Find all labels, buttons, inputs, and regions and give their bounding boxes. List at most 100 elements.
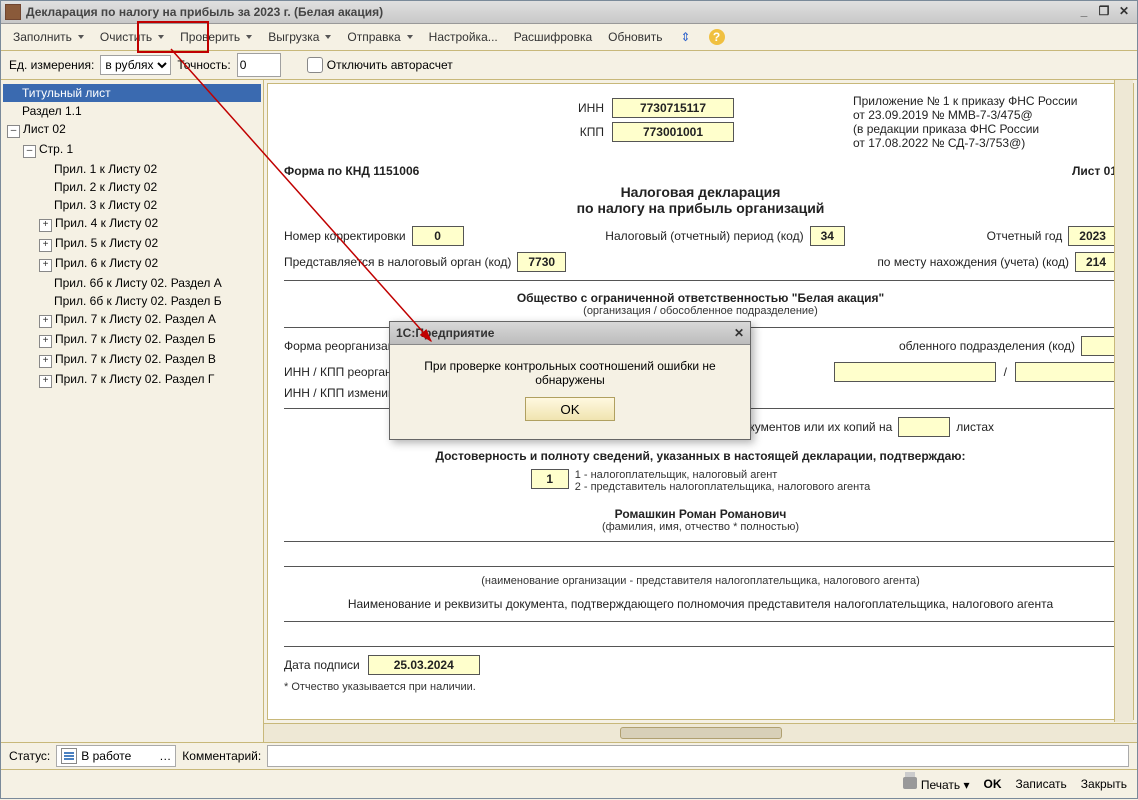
inn-kpp-change-label: ИНН / КПП изменивш xyxy=(284,386,404,400)
tree-expand-icon[interactable]: + xyxy=(39,355,52,368)
sign-date-label: Дата подписи xyxy=(284,658,360,672)
dialog-titlebar: 1С:Предприятие ✕ xyxy=(390,322,750,345)
tree-sheet-02[interactable]: –Лист 02 xyxy=(3,120,261,140)
tree-item[interactable]: Прил. 1 к Листу 02 xyxy=(35,160,261,178)
reorg-inn-field[interactable] xyxy=(834,362,996,382)
tree-item[interactable]: +Прил. 7 к Листу 02. Раздел В xyxy=(35,350,261,370)
rep-org-subtitle: (наименование организации - представител… xyxy=(284,575,1117,587)
period-field[interactable]: 34 xyxy=(810,226,845,246)
org-name: Общество с ограниченной ответственностью… xyxy=(284,291,1117,305)
tree-expand-icon[interactable]: + xyxy=(39,239,52,252)
form-title-2: по налогу на прибыль организаций xyxy=(284,200,1117,216)
inn-label: ИНН xyxy=(564,101,604,115)
check-button[interactable]: Проверить xyxy=(172,27,260,47)
tree-item[interactable]: +Прил. 4 к Листу 02 xyxy=(35,214,261,234)
tree-item[interactable]: Прил. 6б к Листу 02. Раздел Б xyxy=(35,292,261,310)
printer-icon xyxy=(903,777,917,789)
print-button[interactable]: Печать ▾ xyxy=(903,777,969,792)
vertical-scrollbar[interactable] xyxy=(1114,80,1133,722)
units-select[interactable]: в рублях xyxy=(100,55,171,75)
place-field[interactable]: 214 xyxy=(1075,252,1117,272)
tree-item[interactable]: +Прил. 5 к Листу 02 xyxy=(35,234,261,254)
dialog-title: 1С:Предприятие xyxy=(396,326,494,340)
form-title-1: Налоговая декларация xyxy=(284,184,1117,200)
fill-button[interactable]: Заполнить xyxy=(5,27,92,47)
app-icon xyxy=(5,4,21,20)
form-knd: Форма по КНД 1151006 xyxy=(284,164,419,178)
confirm-title: Достоверность и полноту сведений, указан… xyxy=(284,449,1117,463)
tree-item[interactable]: Прил. 3 к Листу 02 xyxy=(35,196,261,214)
clear-button[interactable]: Очистить xyxy=(92,27,172,47)
export-button[interactable]: Выгрузка xyxy=(260,27,339,47)
tree-title-page[interactable]: Титульный лист xyxy=(3,84,261,102)
person-name: Ромашкин Роман Романович xyxy=(284,507,1117,521)
section-tree[interactable]: Титульный лист Раздел 1.1 –Лист 02 –Стр.… xyxy=(1,80,264,742)
submit-field[interactable]: 7730 xyxy=(517,252,566,272)
refresh-button[interactable]: Обновить xyxy=(600,27,670,47)
order-reference: Приложение № 1 к приказу ФНС России от 2… xyxy=(853,94,1113,150)
close-window-button[interactable]: ✕ xyxy=(1115,4,1133,20)
minimize-button[interactable]: _ xyxy=(1075,4,1093,20)
document-icon xyxy=(61,748,77,764)
decode-button[interactable]: Расшифровка xyxy=(506,27,600,47)
tree-expand-icon[interactable]: + xyxy=(39,219,52,232)
org-subtitle: (организация / обособленное подразделени… xyxy=(284,305,1117,317)
help-icon: ? xyxy=(709,29,725,45)
checkbox-icon xyxy=(307,57,323,73)
period-label: Налоговый (отчетный) период (код) xyxy=(605,229,803,243)
sign-date-field[interactable]: 25.03.2024 xyxy=(368,655,480,675)
liquid-label: обленного подразделения (код) xyxy=(899,339,1075,353)
params-bar: Ед. измерения: в рублях Точность: Отключ… xyxy=(1,51,1137,80)
attach-pages-field[interactable] xyxy=(898,417,950,437)
liquid-field[interactable] xyxy=(1081,336,1117,356)
dialog-ok-button[interactable]: OK xyxy=(525,397,615,421)
kpp-field[interactable]: 773001001 xyxy=(612,122,734,142)
tree-item[interactable]: +Прил. 7 к Листу 02. Раздел Б xyxy=(35,330,261,350)
reorg-kpp-field[interactable] xyxy=(1015,362,1117,382)
tree-collapse-icon[interactable]: – xyxy=(7,125,20,138)
tree-collapse-icon[interactable]: – xyxy=(23,145,36,158)
tree-item[interactable]: +Прил. 7 к Листу 02. Раздел А xyxy=(35,310,261,330)
precision-label: Точность: xyxy=(177,58,230,72)
tree-expand-icon[interactable]: + xyxy=(39,315,52,328)
close-button[interactable]: Закрыть xyxy=(1081,777,1127,791)
dialog-close-button[interactable]: ✕ xyxy=(734,326,744,340)
dropdown-icon: … xyxy=(159,749,171,763)
ok-button[interactable]: OK xyxy=(984,777,1002,791)
tree-item[interactable]: Прил. 6б к Листу 02. Раздел А xyxy=(35,274,261,292)
precision-input[interactable] xyxy=(237,53,281,77)
settings-button[interactable]: Настройка... xyxy=(421,27,506,47)
units-label: Ед. измерения: xyxy=(9,58,94,72)
message-dialog: 1С:Предприятие ✕ При проверке контрольны… xyxy=(389,321,751,440)
help-button[interactable]: ? xyxy=(701,26,733,48)
save-button[interactable]: Записать xyxy=(1016,777,1067,791)
inn-field[interactable]: 7730715117 xyxy=(612,98,734,118)
reorg-label: Форма реорганизаци xyxy=(284,339,401,353)
tree-item[interactable]: +Прил. 7 к Листу 02. Раздел Г xyxy=(35,370,261,390)
autorecalc-checkbox[interactable]: Отключить авторасчет xyxy=(307,57,453,73)
tree-page-1[interactable]: –Стр. 1 xyxy=(19,140,261,160)
status-label: Статус: xyxy=(9,749,50,763)
tree-expand-icon[interactable]: + xyxy=(39,375,52,388)
person-subtitle: (фамилия, имя, отчество * полностью) xyxy=(284,521,1117,533)
tree-section-1-1[interactable]: Раздел 1.1 xyxy=(3,102,261,120)
confirm-code-field[interactable]: 1 xyxy=(531,469,569,489)
comment-label: Комментарий: xyxy=(182,749,261,763)
tree-expand-icon[interactable]: + xyxy=(39,259,52,272)
status-select[interactable]: В работе … xyxy=(56,745,176,767)
horizontal-scrollbar[interactable] xyxy=(264,723,1137,742)
expand-collapse-button[interactable]: ⇕ xyxy=(671,27,701,47)
comment-input[interactable] xyxy=(267,745,1129,767)
tree-expand-icon[interactable]: + xyxy=(39,335,52,348)
sheet-label: Лист 01 xyxy=(1072,164,1117,178)
restore-button[interactable]: ❐ xyxy=(1095,4,1113,20)
main-toolbar: Заполнить Очистить Проверить Выгрузка От… xyxy=(1,24,1137,51)
footnote: * Отчество указывается при наличии. xyxy=(284,681,1117,693)
updown-icon: ⇕ xyxy=(679,30,693,44)
corr-field[interactable]: 0 xyxy=(412,226,464,246)
year-field[interactable]: 2023 xyxy=(1068,226,1117,246)
tree-item[interactable]: Прил. 2 к Листу 02 xyxy=(35,178,261,196)
inn-kpp-reorg-label: ИНН / КПП реорганиз xyxy=(284,365,404,379)
send-button[interactable]: Отправка xyxy=(339,27,420,47)
tree-item[interactable]: +Прил. 6 к Листу 02 xyxy=(35,254,261,274)
